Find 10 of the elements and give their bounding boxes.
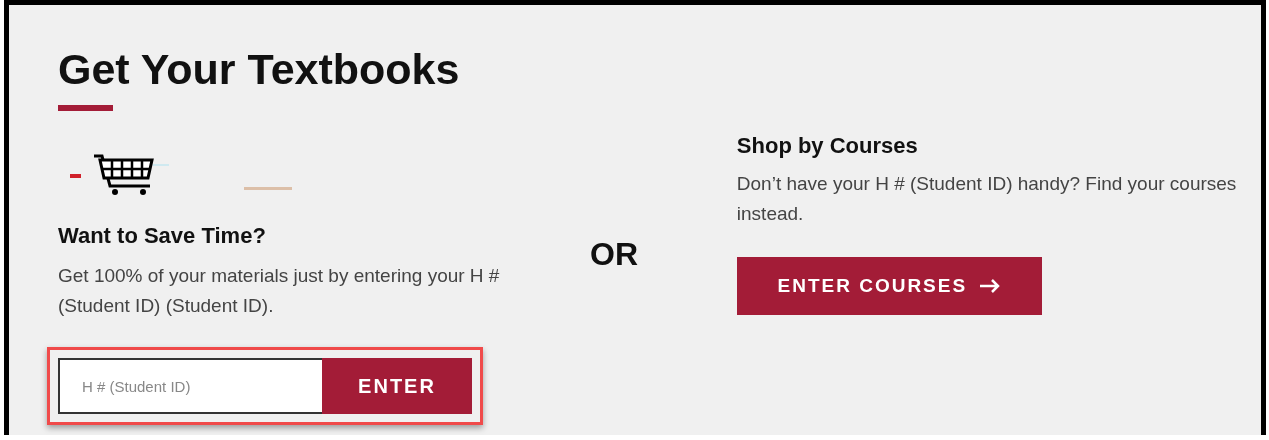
section-heading: Want to Save Time? <box>58 223 267 249</box>
description-text: Don’t have your H # (Student ID) handy? Find your courses instead. <box>736 172 1238 226</box>
description-text: Get 100% of your materials just by entering your H # (Student ID) (Student ID). <box>58 264 501 318</box>
enter-courses-button[interactable]: ENTER COURSES <box>736 257 1042 315</box>
page-title: Get Your Textbooks <box>58 44 461 95</box>
enter-button[interactable]: ENTER <box>322 358 472 414</box>
arrow-icon <box>979 279 1002 293</box>
section-heading: Shop by Courses <box>736 133 919 159</box>
student-id-field[interactable]: H # (Student ID) <box>58 358 322 414</box>
or-text: OR <box>590 236 640 274</box>
